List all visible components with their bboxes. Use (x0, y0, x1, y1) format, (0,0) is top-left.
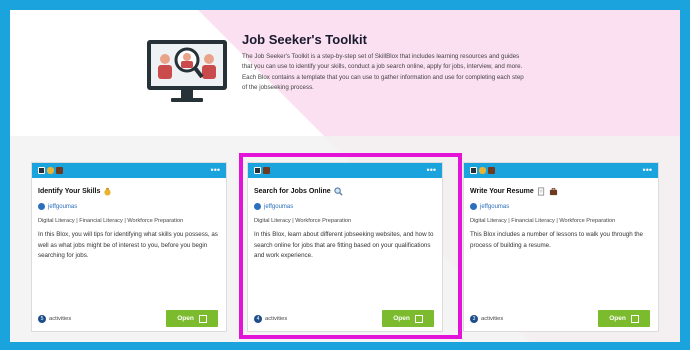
card-description: In this Blox, learn about different jobs… (254, 231, 434, 260)
money-bag-icon (47, 167, 54, 174)
toolkit-header: Job Seeker's Toolkit The Job Seeker's To… (10, 10, 680, 135)
toolkit-description: The Job Seeker's Toolkit is a step-by-st… (242, 53, 524, 92)
card-tags: Digital Literacy | Financial Literacy | … (38, 218, 184, 224)
card-header-bar: ••• (464, 163, 658, 178)
activities-label: activities (265, 316, 288, 322)
activities-label: activities (49, 316, 72, 322)
avatar (38, 203, 45, 210)
monitor-icon (38, 167, 45, 174)
blox-card-search-jobs: ••• Search for Jobs Online jeffgoumas Di… (247, 162, 443, 332)
activities-count-badge: 4 (254, 315, 262, 323)
author-name: jeffgoumas (48, 203, 78, 210)
open-button[interactable]: Open (382, 310, 434, 327)
briefcase-icon (488, 167, 495, 174)
document-icon (537, 187, 544, 196)
monitor-icon (470, 167, 477, 174)
card-header-bar: ••• (32, 163, 226, 178)
activities-count-badge: 3 (470, 315, 478, 323)
open-button[interactable]: Open (598, 310, 650, 327)
external-link-icon (198, 314, 207, 323)
card-title-text: Write Your Resume (470, 188, 534, 195)
external-link-icon (630, 314, 639, 323)
author-link[interactable]: jeffgoumas (38, 203, 77, 210)
more-options-icon[interactable]: ••• (427, 165, 436, 175)
more-options-icon[interactable]: ••• (643, 165, 652, 175)
card-header-bar: ••• (248, 163, 442, 178)
external-link-icon (414, 314, 423, 323)
briefcase-icon (263, 167, 270, 174)
card-title-text: Identify Your Skills (38, 188, 101, 195)
card-title[interactable]: Search for Jobs Online (254, 187, 343, 196)
card-title[interactable]: Identify Your Skills (38, 187, 112, 196)
activities-count: 3 activities (470, 315, 503, 323)
avatar (254, 203, 261, 210)
open-button-label: Open (609, 315, 626, 322)
activities-label: activities (481, 316, 504, 322)
card-description: This Blox includes a number of lessons t… (470, 231, 643, 249)
open-button-label: Open (177, 315, 194, 322)
money-bag-icon (104, 187, 112, 196)
activities-count-badge: 5 (38, 315, 46, 323)
card-tags: Digital Literacy | Financial Literacy | … (470, 218, 616, 224)
briefcase-icon (549, 187, 557, 196)
activities-count: 5 activities (38, 315, 71, 323)
card-title[interactable]: Write Your Resume (470, 187, 558, 196)
money-bag-icon (479, 167, 486, 174)
briefcase-icon (56, 167, 63, 174)
card-tags: Digital Literacy | Workforce Preparation (254, 218, 352, 224)
open-button-label: Open (393, 315, 410, 322)
page-frame: Job Seeker's Toolkit The Job Seeker's To… (10, 10, 680, 342)
card-title-text: Search for Jobs Online (254, 188, 331, 195)
more-options-icon[interactable]: ••• (211, 165, 220, 175)
open-button[interactable]: Open (166, 310, 218, 327)
card-description: In this Blox, you will tips for identify… (38, 231, 218, 260)
author-name: jeffgoumas (480, 203, 510, 210)
page-title: Job Seeker's Toolkit (242, 32, 367, 47)
blox-card-identify-skills: ••• Identify Your Skills jeffgoumas Digi… (31, 162, 227, 332)
avatar (470, 203, 477, 210)
job-search-illustration-icon (147, 40, 227, 102)
activities-count: 4 activities (254, 315, 287, 323)
monitor-icon (254, 167, 261, 174)
author-name: jeffgoumas (264, 203, 294, 210)
author-link[interactable]: jeffgoumas (470, 203, 509, 210)
magnifier-icon (334, 187, 343, 196)
author-link[interactable]: jeffgoumas (254, 203, 293, 210)
blox-card-write-resume: ••• Write Your Resume jeffgoumas Digital… (463, 162, 659, 332)
